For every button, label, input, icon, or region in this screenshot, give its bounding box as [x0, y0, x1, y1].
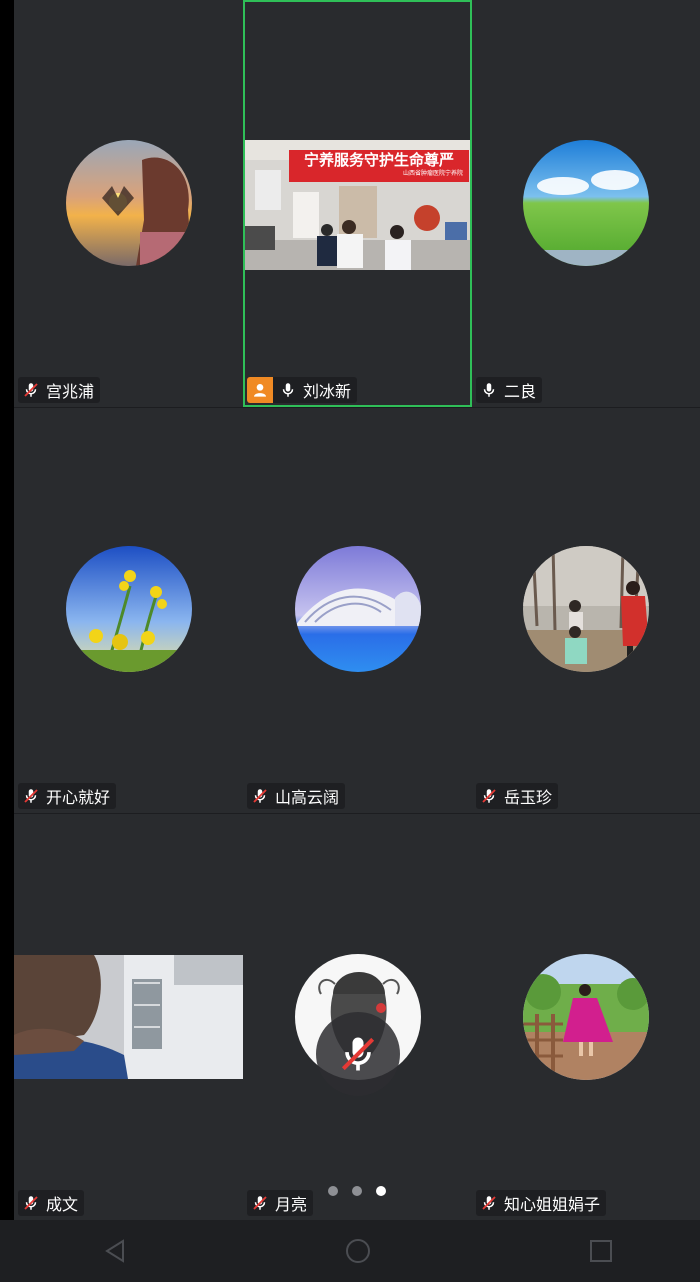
- participant-name: 月亮: [275, 1195, 308, 1214]
- participant-name: 刘冰新: [303, 382, 352, 401]
- video-banner: 宁养服务守护生命尊严 山西省肿瘤医院宁养院: [289, 150, 469, 182]
- participant-avatar: [65, 546, 192, 672]
- name-tag: 知心姐姐娟子: [476, 1190, 607, 1216]
- participant-tile[interactable]: 二良: [472, 0, 700, 407]
- name-tag: 山高云阔: [247, 783, 346, 809]
- participant-avatar: [65, 140, 192, 266]
- mic-muted-icon: [24, 383, 38, 397]
- participant-avatar: [523, 954, 649, 1080]
- participant-name: 二良: [504, 382, 537, 401]
- participant-tile[interactable]: 开心就好: [14, 408, 243, 813]
- mic-muted-icon: [315, 1012, 400, 1096]
- participant-tile[interactable]: 成文: [14, 814, 243, 1220]
- mic-muted-icon: [253, 789, 267, 803]
- participant-avatar: [523, 140, 649, 266]
- mic-muted-icon: [253, 1196, 267, 1210]
- mic-muted-icon: [482, 1196, 496, 1210]
- participant-tile[interactable]: 知心姐姐娟子: [472, 814, 700, 1220]
- system-nav-bar: [0, 1220, 700, 1282]
- name-tag: 开心就好: [18, 783, 117, 809]
- page-dot-active[interactable]: [376, 1186, 386, 1196]
- mic-muted-icon: [482, 789, 496, 803]
- participant-tile[interactable]: 宫兆浦: [14, 0, 243, 407]
- page-indicator[interactable]: [328, 1186, 386, 1196]
- name-tag: 宫兆浦: [18, 377, 101, 403]
- name-tag: 成文: [18, 1190, 85, 1216]
- name-tag: 刘冰新: [247, 377, 358, 403]
- mic-icon: [483, 383, 495, 397]
- home-icon[interactable]: [344, 1237, 372, 1265]
- participant-tile[interactable]: 山高云阔: [243, 408, 472, 813]
- person-icon: [247, 377, 273, 403]
- video-banner-title: 宁养服务守护生命尊严: [303, 151, 454, 169]
- participant-name: 岳玉珍: [504, 788, 553, 807]
- video-banner-subtitle: 山西省肿瘤医院宁养院: [402, 170, 463, 177]
- participant-tile-active[interactable]: 宁养服务守护生命尊严 山西省肿瘤医院宁养院 刘冰新: [243, 0, 472, 407]
- participant-avatar: [294, 546, 421, 672]
- participant-name: 山高云阔: [275, 788, 340, 807]
- back-icon[interactable]: [101, 1237, 129, 1265]
- participant-tile[interactable]: 月亮: [243, 814, 472, 1220]
- participant-name: 成文: [46, 1195, 79, 1214]
- participant-name: 知心姐姐娟子: [504, 1195, 601, 1214]
- name-tag: 二良: [476, 377, 543, 403]
- name-tag: 岳玉珍: [476, 783, 559, 809]
- participant-grid: 宫兆浦 宁养服务守护生命尊严 山西省肿瘤医院宁养院 刘冰新 二良 开心就好 山高…: [14, 0, 700, 1220]
- mic-icon: [282, 383, 294, 397]
- participant-video: 宁养服务守护生命尊严 山西省肿瘤医院宁养院: [245, 140, 470, 270]
- name-tag: 月亮: [247, 1190, 314, 1216]
- participant-tile[interactable]: 岳玉珍: [472, 408, 700, 813]
- participant-avatar: [523, 546, 649, 672]
- participant-name: 宫兆浦: [46, 382, 95, 401]
- recents-icon[interactable]: [587, 1237, 615, 1265]
- page-dot[interactable]: [328, 1186, 338, 1196]
- mic-muted-icon: [24, 1196, 38, 1210]
- participant-video: [14, 955, 243, 1079]
- mic-muted-icon: [24, 789, 38, 803]
- page-dot[interactable]: [352, 1186, 362, 1196]
- left-edge-strip: [0, 0, 14, 1220]
- participant-name: 开心就好: [46, 788, 111, 807]
